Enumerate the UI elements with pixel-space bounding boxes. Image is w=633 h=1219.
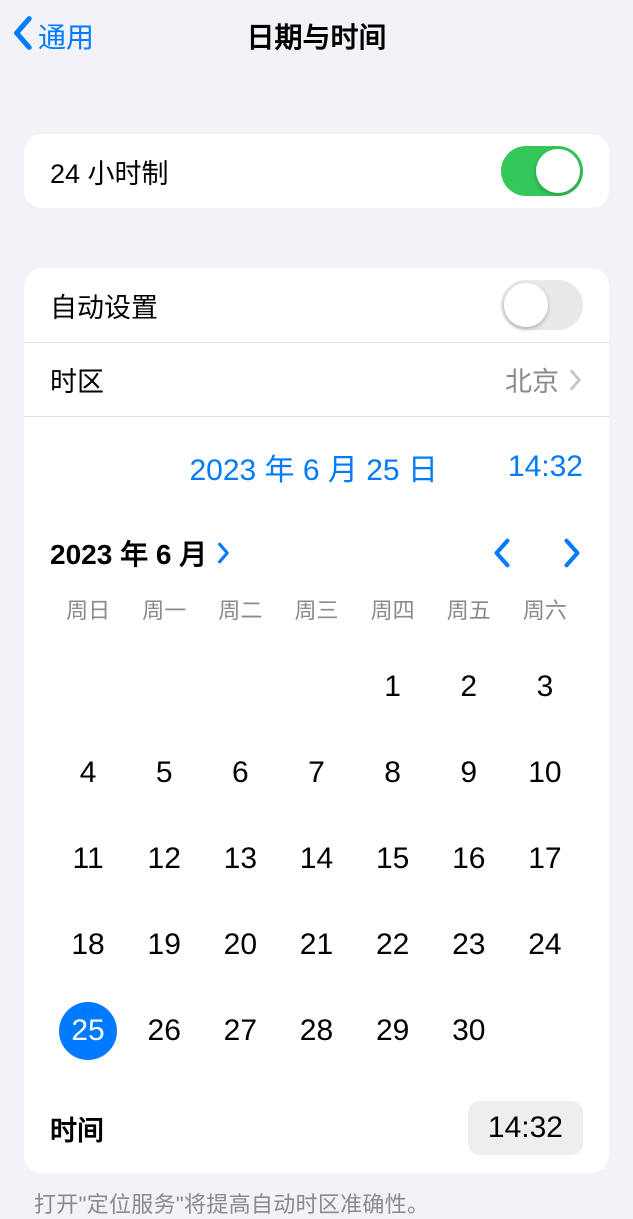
calendar: 2023 年 6 月 周日周一周二周三周四周五周六 12345678910111… [24,513,609,1087]
calendar-month-picker[interactable]: 2023 年 6 月 [50,533,231,573]
calendar-day-empty [126,659,202,715]
calendar-day[interactable]: 19 [126,917,202,973]
chevron-right-icon [217,542,231,564]
back-button[interactable]: 通用 [10,15,94,58]
calendar-day[interactable]: 6 [202,745,278,801]
toggle-auto-set[interactable] [501,280,583,330]
calendar-day[interactable]: 29 [355,1003,431,1059]
time-picker-button[interactable]: 14:32 [468,1101,583,1155]
calendar-day[interactable]: 9 [431,745,507,801]
calendar-day[interactable]: 20 [202,917,278,973]
calendar-day[interactable]: 15 [355,831,431,887]
label-auto-set: 自动设置 [50,286,501,325]
calendar-day[interactable]: 27 [202,1003,278,1059]
calendar-day[interactable]: 18 [50,917,126,973]
calendar-day[interactable]: 23 [431,917,507,973]
calendar-day[interactable]: 12 [126,831,202,887]
label-time: 时间 [50,1109,468,1148]
calendar-day[interactable]: 13 [202,831,278,887]
calendar-day[interactable]: 11 [50,831,126,887]
calendar-day[interactable]: 22 [355,917,431,973]
calendar-day[interactable]: 5 [126,745,202,801]
calendar-day[interactable]: 21 [278,917,354,973]
calendar-day[interactable]: 1 [355,659,431,715]
calendar-day[interactable]: 25 [50,1003,126,1059]
calendar-weekday-row: 周日周一周二周三周四周五周六 [50,587,583,635]
calendar-day[interactable]: 16 [431,831,507,887]
calendar-weekday: 周一 [126,593,202,625]
calendar-day-empty [278,659,354,715]
label-24-hour: 24 小时制 [50,152,501,191]
calendar-day[interactable]: 24 [507,917,583,973]
calendar-days-grid: 1234567891011121314151617181920212223242… [50,635,583,1075]
label-timezone: 时区 [50,360,505,399]
calendar-weekday: 周日 [50,593,126,625]
calendar-day[interactable]: 10 [507,745,583,801]
footer-note: 打开"定位服务"将提高自动时区准确性。 [34,1187,599,1219]
calendar-weekday: 周四 [355,593,431,625]
calendar-weekday: 周六 [507,593,583,625]
calendar-day[interactable]: 2 [431,659,507,715]
row-auto-set: 自动设置 [24,268,609,342]
calendar-next-button[interactable] [561,538,583,568]
chevron-right-icon [569,369,583,391]
calendar-day[interactable]: 28 [278,1003,354,1059]
calendar-day[interactable]: 3 [507,659,583,715]
toggle-24-hour[interactable] [501,146,583,196]
row-selected-date-time: 2023 年 6 月 25 日 14:32 [24,416,609,513]
page-title: 日期与时间 [0,16,633,56]
calendar-day-empty [50,659,126,715]
selected-date-button[interactable]: 2023 年 6 月 25 日 [189,445,437,489]
row-timezone[interactable]: 时区 北京 [24,342,609,416]
calendar-day[interactable]: 14 [278,831,354,887]
calendar-day[interactable]: 17 [507,831,583,887]
calendar-day-empty [202,659,278,715]
row-time: 时间 14:32 [24,1087,609,1173]
selected-time-button[interactable]: 14:32 [508,450,583,484]
calendar-weekday: 周二 [202,593,278,625]
calendar-month-label: 2023 年 6 月 [50,533,207,573]
back-label: 通用 [38,16,94,56]
calendar-day[interactable]: 8 [355,745,431,801]
chevron-left-icon [10,15,34,58]
calendar-day[interactable]: 7 [278,745,354,801]
value-timezone: 北京 [505,360,559,399]
row-24-hour: 24 小时制 [24,134,609,208]
calendar-day[interactable]: 30 [431,1003,507,1059]
calendar-weekday: 周五 [431,593,507,625]
calendar-day[interactable]: 4 [50,745,126,801]
calendar-prev-button[interactable] [491,538,513,568]
calendar-day[interactable]: 26 [126,1003,202,1059]
calendar-weekday: 周三 [278,593,354,625]
